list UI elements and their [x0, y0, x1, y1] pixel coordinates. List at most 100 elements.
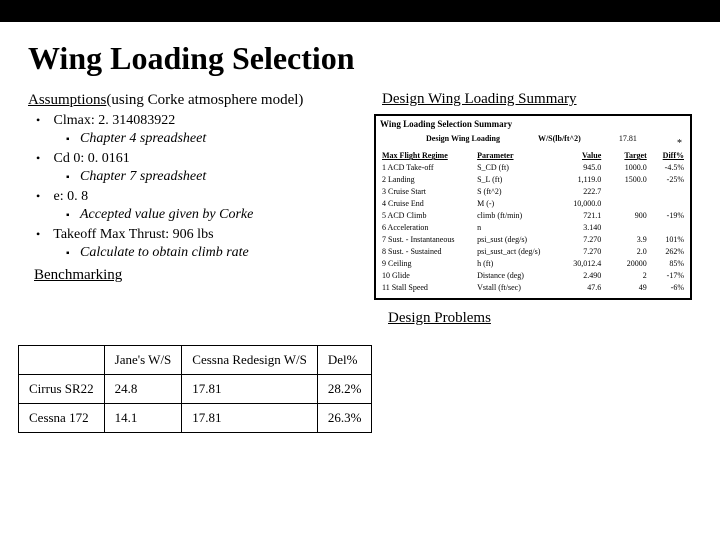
table-row: 3 Cruise StartS (ft^2)222.7 [380, 186, 686, 198]
wls-cell: 11 Stall Speed [380, 282, 475, 294]
wls-cell [649, 198, 686, 210]
wls-box-title: Wing Loading Selection Summary [380, 119, 686, 130]
wls-cell: 10,000.0 [558, 198, 603, 210]
wls-cell: 1000.0 [603, 162, 648, 174]
assumptions-section: Assumptions(using Corke atmosphere model… [28, 91, 370, 327]
top-black-bar [0, 0, 720, 22]
wls-cell [649, 186, 686, 198]
item-text: e: 0. 8 [54, 189, 89, 204]
col-parameter: Parameter [475, 150, 558, 162]
benchmark-table: Jane's W/S Cessna Redesign W/S Del% Cirr… [18, 345, 372, 433]
bench-h3: Del% [317, 346, 372, 375]
wls-cell: 2.490 [558, 270, 603, 282]
wls-summary-box: Wing Loading Selection Summary Design Wi… [374, 114, 692, 300]
table-row: 7 Sust. - Instantaneouspsi_sust (deg/s)7… [380, 234, 686, 246]
wls-cell: 1 ACD Take-off [380, 162, 475, 174]
summary-heading: Design Wing Loading Summary [382, 91, 692, 108]
wls-cell: 1,119.0 [558, 174, 603, 186]
table-row: 1 ACD Take-offS_CD (ft)945.01000.0-4.5% [380, 162, 686, 174]
wls-cell: 5 ACD Climb [380, 210, 475, 222]
wls-cell: -25% [649, 174, 686, 186]
bench-cell: 17.81 [182, 375, 318, 404]
col-regime: Max Flight Regime [380, 150, 475, 162]
wls-cell: -6% [649, 282, 686, 294]
wls-cell: 4 Cruise End [380, 198, 475, 210]
list-item: Takeoff Max Thrust: 906 lbs Calculate to… [50, 227, 370, 261]
table-row: 9 Ceilingh (ft)30,012.42000085% [380, 258, 686, 270]
table-row: Cirrus SR22 24.8 17.81 28.2% [19, 375, 372, 404]
slide-content: Wing Loading Selection Assumptions(using… [0, 22, 720, 433]
wls-cell: -4.5% [649, 162, 686, 174]
wls-cell: psi_sust_act (deg/s) [475, 246, 558, 258]
wls-cell: -17% [649, 270, 686, 282]
item-text: Takeoff Max Thrust: 906 lbs [53, 227, 213, 242]
wls-cell: 1500.0 [603, 174, 648, 186]
col-value: Value [558, 150, 603, 162]
list-item: Cd 0: 0. 0161 Chapter 7 spreadsheet [50, 151, 370, 185]
wls-cell: -19% [649, 210, 686, 222]
bench-cell: 24.8 [104, 375, 182, 404]
bench-cell: Cirrus SR22 [19, 375, 105, 404]
wls-cell: 7.270 [558, 234, 603, 246]
wls-cell [603, 222, 648, 234]
wls-cell: M (-) [475, 198, 558, 210]
summary-section: Design Wing Loading Summary Wing Loading… [374, 91, 692, 327]
wls-cell: 3.140 [558, 222, 603, 234]
wls-cell: climb (ft/min) [475, 210, 558, 222]
bench-cell: 26.3% [317, 404, 372, 433]
wls-cell: S (ft^2) [475, 186, 558, 198]
wls-cell [649, 222, 686, 234]
item-text: Clmax: 2. 314083922 [54, 113, 176, 128]
wls-cell: 101% [649, 234, 686, 246]
wls-header-row: Max Flight Regime Parameter Value Target… [380, 150, 686, 162]
wls-cell: 30,012.4 [558, 258, 603, 270]
wls-cell: 222.7 [558, 186, 603, 198]
wls-cell: S_CD (ft) [475, 162, 558, 174]
bench-cell: 17.81 [182, 404, 318, 433]
wls-design-label: Design Wing Loading [426, 134, 500, 144]
wls-cell: Vstall (ft/sec) [475, 282, 558, 294]
wls-cell: 2 Landing [380, 174, 475, 186]
benchmarking-heading: Benchmarking [34, 267, 370, 284]
bench-cell: Cessna 172 [19, 404, 105, 433]
table-row: 5 ACD Climbclimb (ft/min)721.1900-19% [380, 210, 686, 222]
wls-cell: 8 Sust. - Sustained [380, 246, 475, 258]
wls-cell: 9 Ceiling [380, 258, 475, 270]
wls-cell: n [475, 222, 558, 234]
wls-cell: 47.6 [558, 282, 603, 294]
list-item: Clmax: 2. 314083922 Chapter 4 spreadshee… [50, 113, 370, 147]
bench-h0 [19, 346, 105, 375]
assumptions-heading: Assumptions [28, 92, 106, 108]
table-row: 6 Accelerationn3.140 [380, 222, 686, 234]
wls-cell: 721.1 [558, 210, 603, 222]
wls-cell: 7 Sust. - Instantaneous [380, 234, 475, 246]
bench-header-row: Jane's W/S Cessna Redesign W/S Del% [19, 346, 372, 375]
table-row: 10 GlideDistance (deg)2.4902-17% [380, 270, 686, 282]
table-row: 8 Sust. - Sustainedpsi_sust_act (deg/s)7… [380, 246, 686, 258]
table-row: 2 LandingS_L (ft)1,119.01500.0-25% [380, 174, 686, 186]
table-row: 4 Cruise EndM (-)10,000.0 [380, 198, 686, 210]
wls-cell: S_L (ft) [475, 174, 558, 186]
page-title: Wing Loading Selection [28, 40, 692, 77]
wls-cell: 3 Cruise Start [380, 186, 475, 198]
wls-cell: 3.9 [603, 234, 648, 246]
wls-cell: 85% [649, 258, 686, 270]
item-sub: Chapter 4 spreadsheet [80, 131, 370, 147]
wls-cell: psi_sust (deg/s) [475, 234, 558, 246]
bench-cell: 14.1 [104, 404, 182, 433]
wls-cell: 2.0 [603, 246, 648, 258]
wls-cell: 6 Acceleration [380, 222, 475, 234]
assumptions-subtext: (using Corke atmosphere model) [106, 92, 303, 108]
item-sub: Chapter 7 spreadsheet [80, 169, 370, 185]
wls-cell [603, 198, 648, 210]
bench-h1: Jane's W/S [104, 346, 182, 375]
item-sub: Accepted value given by Corke [80, 207, 370, 223]
item-sub: Calculate to obtain climb rate [80, 245, 370, 261]
wls-cell: Distance (deg) [475, 270, 558, 282]
wls-ws-value: 17.81 [619, 134, 637, 144]
star-marker: * [677, 138, 682, 151]
wls-cell: 900 [603, 210, 648, 222]
wls-cell [603, 186, 648, 198]
table-row: 11 Stall SpeedVstall (ft/sec)47.649-6% [380, 282, 686, 294]
wls-cell: 2 [603, 270, 648, 282]
